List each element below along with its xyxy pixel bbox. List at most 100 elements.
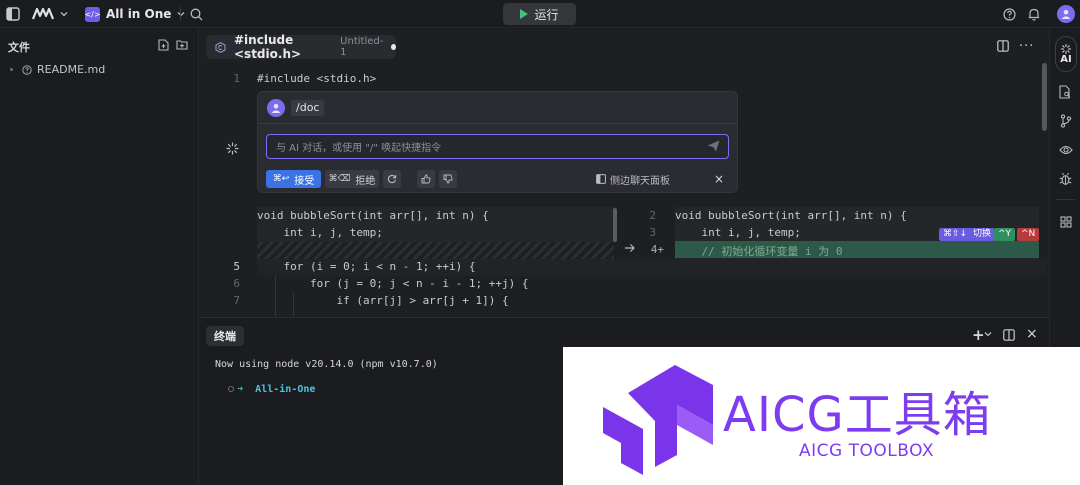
line-number: 7	[233, 294, 240, 307]
sidebar-toggle-button[interactable]	[6, 0, 20, 28]
search-button[interactable]	[190, 0, 203, 28]
unsaved-dot-icon	[391, 44, 396, 50]
send-icon[interactable]	[707, 140, 720, 155]
extensions-grid-icon[interactable]	[1058, 214, 1073, 229]
file-name: README.md	[37, 63, 106, 76]
chevron-down-icon[interactable]	[984, 330, 992, 338]
project-name: All in One	[106, 7, 172, 21]
line-number: 2	[649, 209, 656, 222]
logo-icon	[32, 8, 54, 20]
regenerate-button[interactable]	[383, 170, 401, 188]
thumbs-down-icon	[443, 174, 453, 184]
user-avatar[interactable]	[1057, 0, 1075, 28]
prompt-directory: All-in-One	[255, 384, 316, 395]
aicg-watermark: AICG工具箱 AICG TOOLBOX	[563, 347, 1080, 485]
terminal-prompt: ➜ All-in-One	[204, 373, 315, 406]
ai-input-placeholder: 与 AI 对话，或使用 "/" 唤起快捷指令	[276, 143, 442, 154]
diff-right-line: void bubbleSort(int arr[], int n) {	[675, 209, 907, 222]
refresh-icon	[387, 174, 397, 184]
indent-guide	[293, 293, 294, 316]
help-icon	[1003, 7, 1016, 21]
ai-sparkle-icon[interactable]	[226, 142, 239, 155]
info-file-icon	[22, 64, 32, 75]
accept-label: 接受	[294, 175, 315, 187]
new-terminal-icon[interactable]: +	[972, 326, 985, 344]
file-explorer: 文件 README.md	[0, 29, 199, 485]
close-panel-button[interactable]: ×	[714, 170, 724, 188]
prompt-status-icon	[228, 386, 235, 392]
thumbs-down-button[interactable]	[439, 170, 457, 188]
avatar	[1057, 5, 1075, 23]
git-branch-icon[interactable]	[1058, 113, 1073, 128]
reject-label: 拒绝	[355, 175, 376, 187]
run-label: 运行	[534, 7, 559, 22]
diff-right-line-added: // 初始化循环变量 i 为 0	[675, 245, 843, 258]
logo-menu-button[interactable]	[32, 0, 68, 28]
code-line: for (j = 0; j < n - i - 1; ++j) {	[257, 277, 529, 290]
indent-guide	[275, 276, 276, 316]
close-icon: ×	[714, 172, 725, 186]
search-icon	[190, 8, 203, 21]
reject-button[interactable]: ⌘⌫ 拒绝	[325, 170, 379, 188]
side-chat-panel-button[interactable]: 侧边聊天面板	[596, 170, 670, 188]
switch-chip[interactable]: ⌘⇧↓ 切换	[939, 228, 995, 241]
file-search-icon[interactable]	[1058, 84, 1073, 99]
notifications-button[interactable]	[1028, 0, 1040, 28]
code-line: #include <stdio.h>	[257, 72, 377, 85]
ai-sparkle-icon	[1061, 43, 1071, 54]
thumbs-up-icon	[421, 174, 431, 184]
accept-shortcut: ⌘↩	[272, 174, 290, 184]
accept-button[interactable]: ⌘↩ 接受	[266, 170, 321, 188]
switch-keys: ⌘⇧↓	[943, 229, 968, 239]
tab-untitled-1[interactable]: #include <stdio.h> Untitled-1	[206, 33, 396, 61]
ai-chat-input[interactable]: 与 AI 对话，或使用 "/" 唤起快捷指令	[266, 134, 729, 159]
tab-terminal[interactable]: 终端	[206, 326, 244, 346]
sidebar-toggle-icon	[6, 7, 20, 21]
new-folder-icon[interactable]	[176, 39, 188, 50]
tab-title: #include <stdio.h>	[234, 33, 302, 61]
diff-left-line: void bubbleSort(int arr[], int n) {	[257, 209, 489, 222]
switch-label: 切换	[972, 229, 991, 239]
close-terminal-icon[interactable]: ×	[1026, 326, 1038, 342]
reject-chip[interactable]: ^N	[1017, 228, 1040, 241]
file-item-readme[interactable]: README.md	[10, 63, 105, 76]
help-button[interactable]	[1003, 0, 1016, 28]
terminal-output-line: Now using node v20.14.0 (npm v10.7.0)	[215, 359, 438, 370]
reject-shortcut: ⌘⌫	[328, 174, 351, 184]
thumbs-up-button[interactable]	[417, 170, 435, 188]
divider	[180, 0, 181, 28]
explorer-title: 文件	[8, 41, 30, 54]
ai-assistant-button[interactable]: AI	[1055, 36, 1077, 72]
ai-inline-chat-panel: /doc 与 AI 对话，或使用 "/" 唤起快捷指令 ⌘↩ 接受 ⌘⌫ 拒绝 …	[257, 91, 738, 193]
code-icon: </>	[84, 6, 101, 22]
bell-icon	[1028, 8, 1040, 21]
editor-area: #include <stdio.h> Untitled-1 ··· 1 #inc…	[200, 29, 1049, 316]
run-button[interactable]: 运行	[503, 3, 576, 25]
line-number: 1	[233, 72, 240, 85]
side-panel-icon	[596, 174, 606, 184]
split-terminal-icon[interactable]	[1003, 329, 1015, 341]
diff-left-line: int i, j, temp;	[257, 226, 383, 239]
aicg-logo-icon	[603, 365, 713, 475]
side-chat-label: 侧边聊天面板	[610, 175, 670, 187]
user-avatar-icon	[267, 99, 285, 117]
tab-subtitle: Untitled-1	[340, 36, 384, 58]
play-icon	[520, 9, 529, 19]
chevron-down-icon	[60, 10, 68, 18]
split-editor-icon[interactable]	[997, 40, 1009, 52]
command-tag: /doc	[291, 100, 325, 116]
watermark-subtitle: AICG TOOLBOX	[799, 441, 935, 461]
prompt-arrow-icon: ➜	[237, 384, 244, 395]
more-icon[interactable]: ···	[1019, 39, 1034, 54]
new-file-icon[interactable]	[158, 39, 169, 51]
accept-chip[interactable]: ^Y	[994, 228, 1016, 241]
debug-bug-icon[interactable]	[1058, 171, 1073, 186]
editor-scrollbar[interactable]	[1042, 63, 1047, 131]
preview-eye-icon[interactable]	[1058, 142, 1073, 157]
project-selector[interactable]: </> All in One	[84, 0, 185, 28]
line-number: 6	[233, 277, 240, 290]
ai-panel-header: /doc	[258, 92, 737, 124]
c-file-icon	[215, 41, 226, 53]
code-line: for (i = 0; i < n - 1; ++i) {	[257, 260, 476, 273]
code-line: if (arr[j] > arr[j + 1]) {	[257, 294, 509, 307]
